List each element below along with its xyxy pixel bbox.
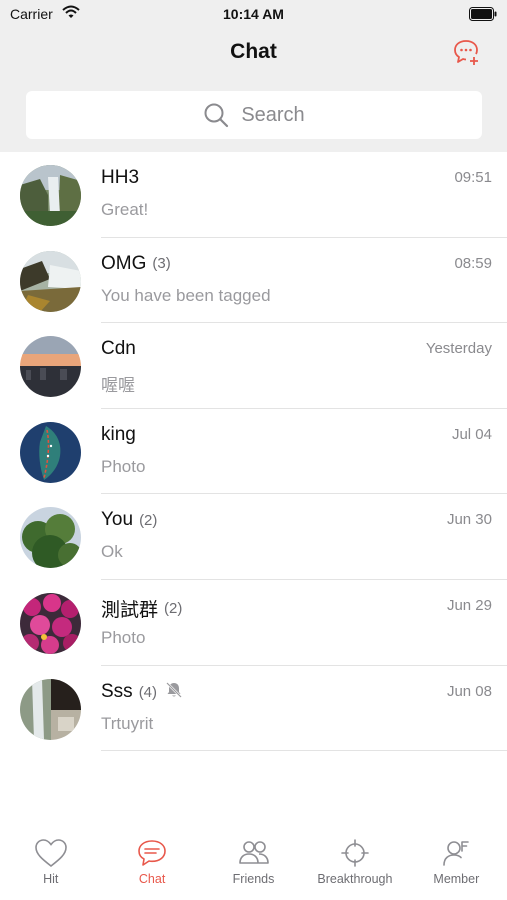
chat-preview: Trtuyrit: [101, 713, 154, 733]
status-bar: Carrier 10:14 AM: [0, 0, 507, 28]
tab-label: Member: [433, 872, 480, 886]
tab-label: Breakthrough: [317, 872, 393, 886]
chat-preview: 喔喔: [101, 376, 135, 396]
chat-preview: Photo: [101, 627, 146, 647]
member-icon: [443, 841, 470, 866]
chat-row[interactable]: Cdn Yesterday 喔喔: [0, 323, 507, 409]
member-count: (3): [152, 255, 171, 273]
tab-hit[interactable]: Hit: [0, 830, 101, 900]
chat-row[interactable]: HH3 09:51 Great!: [0, 152, 507, 238]
avatar: [20, 678, 81, 740]
chat-name: You: [101, 509, 134, 531]
chat-time: 08:59: [454, 254, 492, 272]
chat-preview: Photo: [101, 456, 146, 476]
friends-icon: [238, 841, 269, 864]
new-chat-icon: [454, 40, 478, 65]
chat-name: king: [101, 423, 136, 445]
member-count: (2): [164, 599, 183, 617]
battery-icon: [469, 7, 497, 26]
chat-time: 09:51: [454, 169, 492, 186]
tab-chat[interactable]: Chat: [101, 830, 202, 900]
chat-row[interactable]: You (2) Jun 30 Ok: [0, 494, 507, 580]
chat-time: Jul 04: [451, 425, 492, 443]
chat-row[interactable]: Sss (4) Jun 08 Trtuyrit: [0, 666, 507, 752]
chat-time: Jun 30: [446, 511, 492, 529]
avatar: [20, 336, 81, 398]
tab-breakthrough[interactable]: Breakthrough: [304, 830, 405, 900]
tab-label: Friends: [232, 872, 275, 886]
member-count: (2): [139, 511, 158, 529]
page-title: Chat: [230, 40, 277, 63]
search-input[interactable]: Search: [26, 91, 482, 139]
chat-name: Sss: [101, 681, 133, 703]
tab-member[interactable]: Member: [406, 830, 507, 900]
avatar: [20, 421, 81, 483]
chat-time: Yesterday: [425, 340, 492, 358]
tab-label: Hit: [43, 872, 59, 886]
search-icon: [204, 103, 229, 128]
avatar: [20, 507, 81, 569]
chat-name: 測試群: [101, 599, 159, 621]
chat-preview: Great!: [101, 200, 149, 219]
member-count: (4): [138, 683, 158, 701]
chat-name: HH3: [101, 167, 140, 188]
search-placeholder: Search: [241, 103, 305, 126]
clock-label: 10:14 AM: [223, 6, 284, 22]
chat-list: HH3 09:51 Great! OMG (3) 08:59 You have …: [0, 152, 507, 752]
crosshair-icon: [341, 839, 369, 867]
avatar: [20, 592, 81, 654]
chat-row[interactable]: king Jul 04 Photo: [0, 409, 507, 495]
header: Chat Search: [0, 28, 507, 152]
new-chat-button[interactable]: [453, 38, 481, 66]
tab-label: Chat: [138, 872, 166, 886]
chat-preview: Ok: [101, 542, 123, 562]
tab-bar: Hit Chat Friends Breakthrough Member: [0, 830, 507, 900]
avatar: [20, 250, 81, 312]
chat-row[interactable]: OMG (3) 08:59 You have been tagged: [0, 238, 507, 324]
avatar: [20, 165, 81, 226]
chat-bubble-icon: [138, 840, 166, 866]
chat-preview: You have been tagged: [101, 285, 271, 305]
chat-time: Jun 29: [446, 596, 492, 614]
tab-friends[interactable]: Friends: [203, 830, 304, 900]
chat-name: OMG: [101, 252, 147, 274]
heart-icon: [34, 839, 67, 868]
chat-time: Jun 08: [446, 682, 492, 700]
chat-name: Cdn: [101, 338, 136, 360]
muted-bell-icon: [165, 681, 183, 704]
chat-row[interactable]: 測試群 (2) Jun 29 Photo: [0, 580, 507, 666]
